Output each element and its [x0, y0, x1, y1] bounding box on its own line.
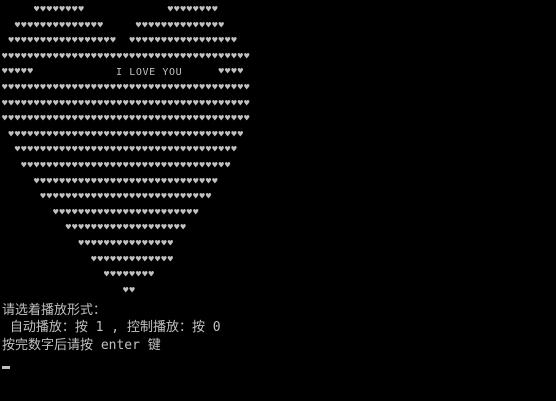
prompt-line-options: 自动播放：按 1 , 控制播放：按 0: [2, 320, 221, 335]
text-cursor[interactable]: [2, 366, 10, 369]
prompt-line-enter-hint: 按完数字后请按 enter 键: [2, 338, 161, 353]
console-window: ♥♥♥♥♥♥♥♥ ♥♥♥♥♥♥♥♥ ♥♥♥♥♥♥♥♥♥♥♥♥♥♥ ♥♥♥♥♥♥♥…: [0, 0, 556, 401]
prompt-line-choose-mode: 请选着播放形式：: [2, 303, 107, 318]
love-text: I LOVE YOU: [114, 66, 185, 80]
heart-ascii-art: ♥♥♥♥♥♥♥♥ ♥♥♥♥♥♥♥♥ ♥♥♥♥♥♥♥♥♥♥♥♥♥♥ ♥♥♥♥♥♥♥…: [2, 5, 251, 296]
